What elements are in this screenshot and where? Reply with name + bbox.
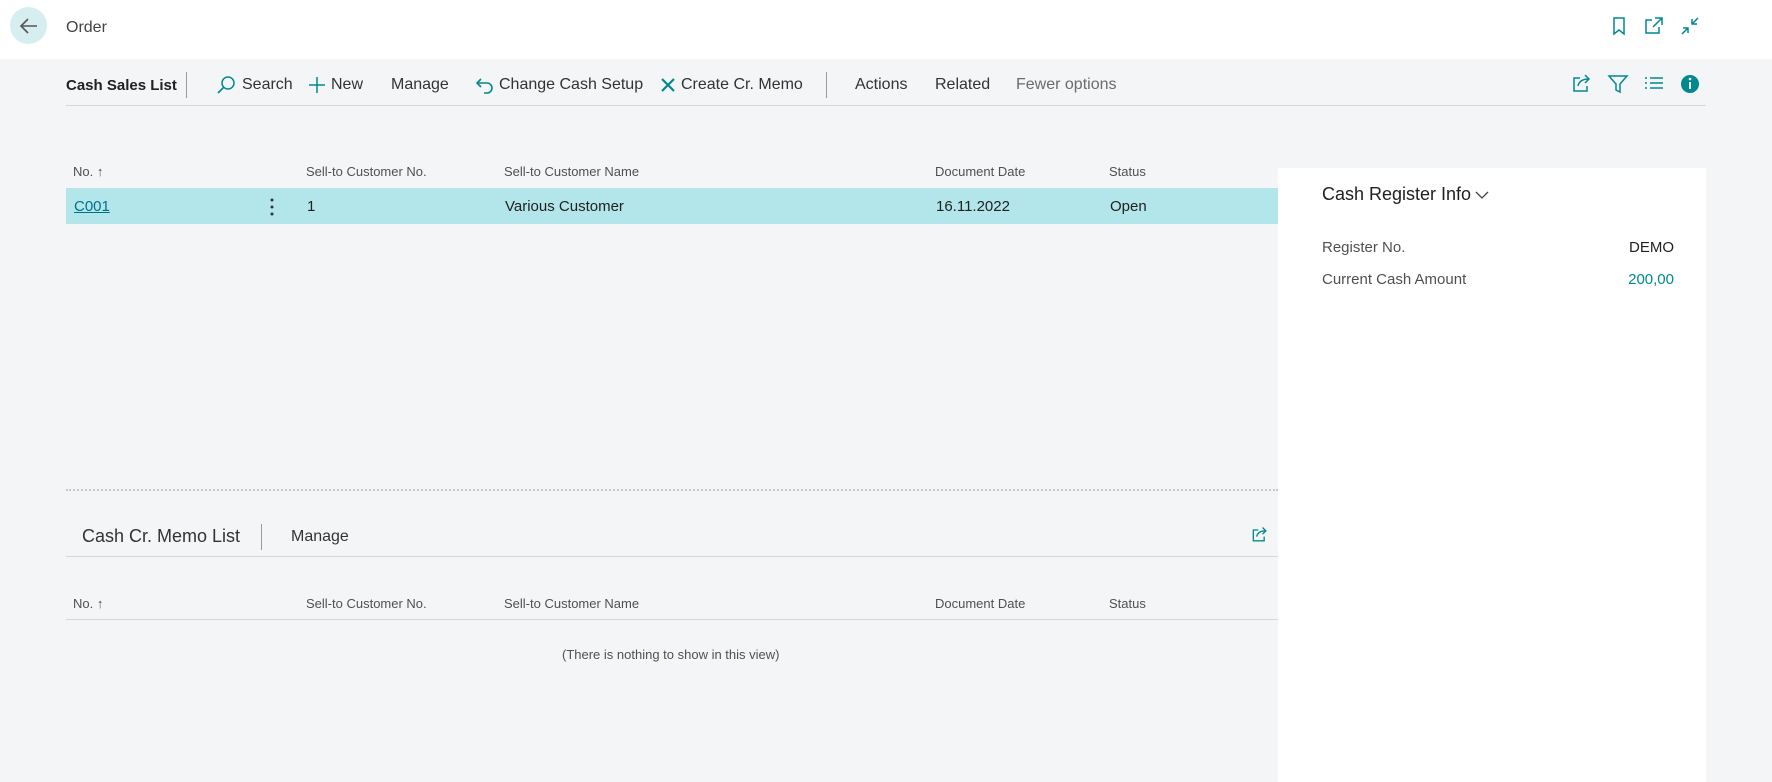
divider — [66, 619, 1278, 620]
chevron-down-icon — [1475, 191, 1489, 199]
subpage-title: Cash Cr. Memo List — [82, 526, 241, 546]
related-menu[interactable]: Related — [935, 70, 990, 100]
page-title: Cash Sales List — [66, 76, 177, 94]
share-icon[interactable] — [1570, 72, 1594, 96]
actions-menu[interactable]: Actions — [855, 70, 907, 100]
status-cell: Open — [1110, 198, 1147, 215]
splitter[interactable] — [66, 489, 1278, 491]
register-no-label: Register No. — [1322, 239, 1406, 256]
current-cash-amount-value[interactable]: 200,00 — [1628, 271, 1674, 288]
back-arrow-icon — [19, 17, 37, 34]
current-cash-amount-label: Current Cash Amount — [1322, 271, 1467, 288]
factbox-title[interactable]: Cash Register Info — [1322, 184, 1489, 205]
change-cash-setup-label: Change Cash Setup — [499, 76, 644, 93]
table-row[interactable]: C001 1 Various Customer 16.11.2022 Open — [66, 188, 1278, 224]
page-caption: Order — [66, 19, 107, 36]
back-button[interactable] — [10, 7, 47, 44]
column-header-document-date[interactable]: Document Date — [935, 596, 1025, 611]
column-header-no[interactable]: No. ↑ — [73, 596, 103, 611]
column-header-no[interactable]: No. ↑ — [73, 164, 103, 179]
close-x-icon — [661, 78, 675, 92]
plus-icon — [309, 77, 325, 93]
search-label: Search — [242, 76, 293, 93]
document-date-cell: 16.11.2022 — [936, 198, 1010, 215]
column-header-customer-name[interactable]: Sell-to Customer Name — [504, 596, 639, 611]
column-header-customer-name[interactable]: Sell-to Customer Name — [504, 164, 639, 179]
column-header-customer-no[interactable]: Sell-to Customer No. — [306, 596, 427, 611]
manage-button[interactable]: Manage — [391, 70, 449, 100]
search-button[interactable]: Search — [216, 70, 293, 100]
column-header-document-date[interactable]: Document Date — [935, 164, 1025, 179]
factbox-title-label: Cash Register Info — [1322, 184, 1472, 204]
document-no-link[interactable]: C001 — [74, 198, 110, 215]
filter-icon[interactable] — [1606, 72, 1630, 96]
action-bar-separator — [186, 72, 187, 98]
action-bar-separator — [826, 72, 827, 98]
subpage-separator — [261, 524, 262, 550]
register-no-value: DEMO — [1629, 239, 1674, 256]
new-label: New — [331, 76, 364, 93]
column-header-status[interactable]: Status — [1109, 164, 1146, 179]
factbox-pane: Cash Register Info Register No. DEMO Cur… — [1278, 168, 1706, 782]
empty-list-message: (There is nothing to show in this view) — [562, 647, 780, 662]
info-icon[interactable] — [1678, 72, 1702, 96]
column-header-status[interactable]: Status — [1109, 596, 1146, 611]
share-icon[interactable] — [1250, 525, 1270, 545]
more-options-icon[interactable] — [262, 196, 282, 218]
list-view-icon[interactable] — [1642, 72, 1666, 96]
column-header-customer-no[interactable]: Sell-to Customer No. — [306, 164, 427, 179]
customer-name-cell: Various Customer — [505, 198, 624, 215]
divider — [66, 556, 1278, 557]
create-cr-memo-label: Create Cr. Memo — [681, 76, 803, 93]
search-icon — [217, 76, 235, 94]
collapse-icon[interactable] — [1679, 15, 1701, 37]
top-bar: Order — [0, 0, 1772, 59]
subpage-manage-button[interactable]: Manage — [291, 528, 349, 546]
customer-no-cell: 1 — [307, 198, 316, 215]
fewer-options-button[interactable]: Fewer options — [1016, 70, 1117, 100]
create-cr-memo-button[interactable]: Create Cr. Memo — [660, 70, 803, 100]
new-button[interactable]: New — [308, 70, 363, 100]
bookmark-icon[interactable] — [1608, 15, 1630, 37]
change-cash-setup-button[interactable]: Change Cash Setup — [476, 70, 643, 100]
undo-arrow-icon — [476, 78, 493, 94]
open-new-window-icon[interactable] — [1643, 15, 1665, 37]
action-bar: Cash Sales List Search New Manage Change… — [66, 70, 1706, 106]
